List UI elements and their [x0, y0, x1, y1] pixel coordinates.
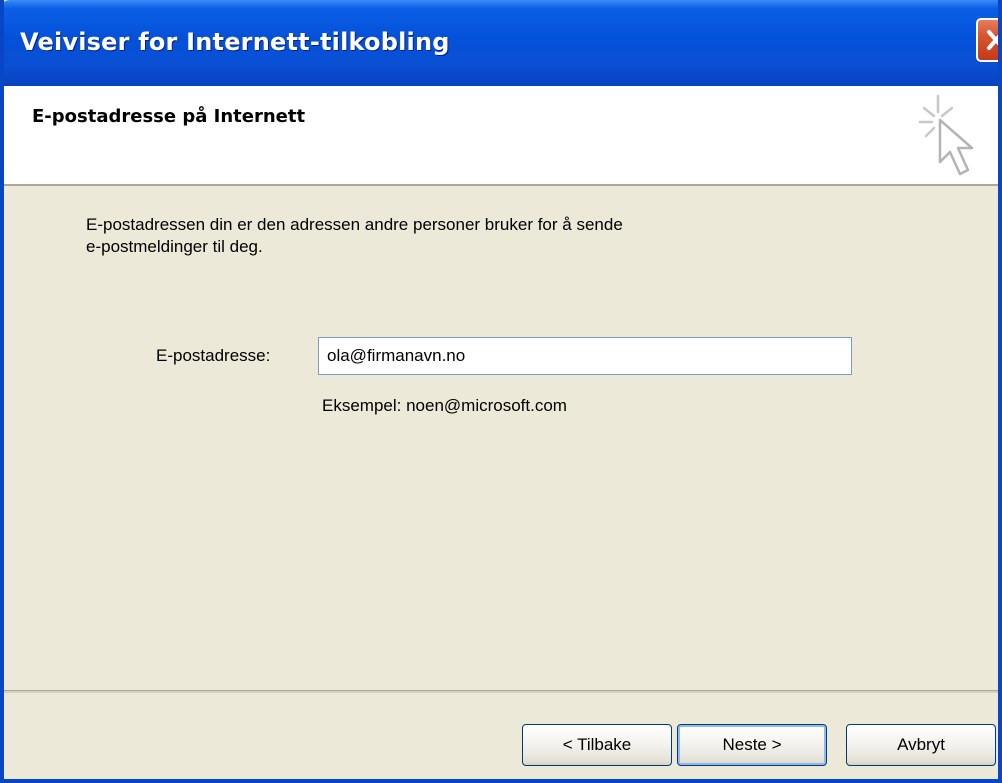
page-title: E-postadresse på Internett: [32, 106, 306, 127]
window-title: Veiviser for Internett-tilkobling: [20, 28, 450, 56]
wizard-cursor-icon: [918, 94, 974, 176]
close-button[interactable]: [976, 18, 998, 62]
header-divider: [4, 184, 998, 186]
wizard-window: Veiviser for Internett-tilkobling E-post…: [0, 0, 1002, 783]
close-icon: [987, 30, 998, 50]
title-bar[interactable]: Veiviser for Internett-tilkobling: [4, 0, 998, 86]
email-field[interactable]: [318, 337, 852, 375]
next-button[interactable]: Neste >: [677, 724, 827, 766]
description: E-postadressen din er den adressen andre…: [86, 214, 623, 258]
description-line-1: E-postadressen din er den adressen andre…: [86, 215, 623, 234]
example-text: Eksempel: noen@microsoft.com: [322, 396, 567, 415]
cancel-button[interactable]: Avbryt: [846, 724, 996, 766]
wizard-header: E-postadresse på Internett: [4, 86, 998, 184]
back-button[interactable]: < Tilbake: [522, 724, 672, 766]
footer-divider: [4, 690, 998, 693]
description-line-2: e-postmeldinger til deg.: [86, 237, 263, 256]
email-label: E-postadresse:: [156, 346, 271, 365]
